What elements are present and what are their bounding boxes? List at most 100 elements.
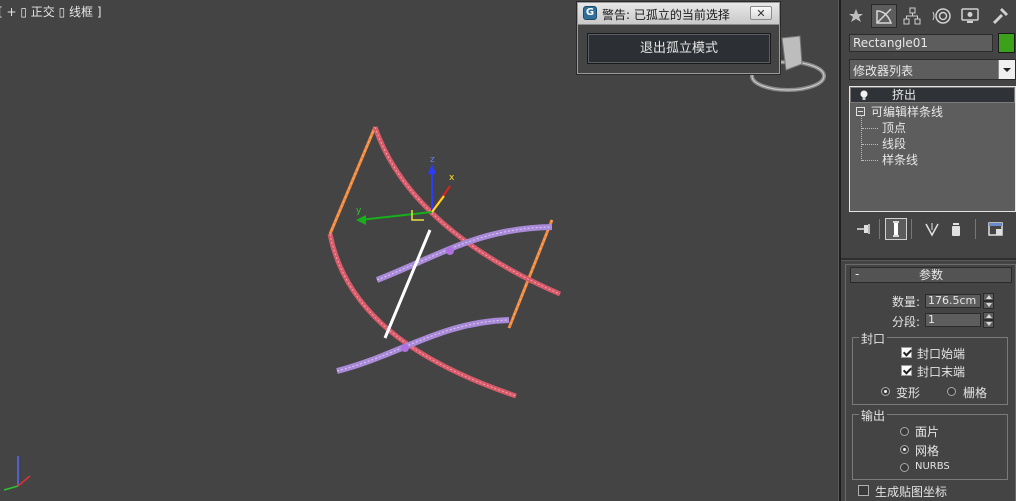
- toolbar-separator: [975, 219, 976, 239]
- output-patch-radio[interactable]: [900, 427, 909, 436]
- end-result-icon: [893, 221, 899, 237]
- toolbar-separator: [911, 219, 912, 239]
- make-unique-button[interactable]: [921, 218, 943, 240]
- intersection-lower: [401, 344, 409, 352]
- command-panel: Rectangle01 修改器列表 挤出 可编辑样条线 顶点 线段 样条线 - …: [841, 0, 1016, 501]
- world-axis-tripod: [3, 456, 31, 491]
- tree-connector: [862, 144, 878, 145]
- tree-connector: [862, 128, 878, 129]
- spinner-down-icon[interactable]: [983, 320, 994, 328]
- output-mesh-radio[interactable]: [900, 445, 909, 454]
- trash-icon: [952, 223, 960, 236]
- object-name-field[interactable]: Rectangle01: [849, 34, 993, 52]
- object-color-swatch[interactable]: [998, 33, 1015, 53]
- gen-map-coords-label: 生成贴图坐标: [875, 485, 948, 499]
- tree-connector: [861, 115, 862, 161]
- rollout-title: 参数: [918, 268, 943, 282]
- rect-edge-left: [328, 126, 377, 235]
- gizmo-y-axis: [359, 211, 433, 221]
- amount-field[interactable]: 176.5cm: [925, 294, 981, 308]
- remove-modifier-button[interactable]: [945, 218, 967, 240]
- dropdown-arrow-button[interactable]: [998, 60, 1015, 79]
- cap-end-label: 封口末端: [917, 365, 966, 379]
- capping-group-title: 封口: [859, 330, 888, 347]
- sub-object-vertex[interactable]: 顶点: [882, 120, 1002, 136]
- pin-stack-button[interactable]: [853, 218, 875, 240]
- cap-end-checkbox[interactable]: [901, 365, 912, 376]
- modify-icon: [876, 8, 893, 24]
- gen-map-coords-checkbox[interactable]: [858, 485, 869, 496]
- stack-item-label: 可编辑样条线: [871, 105, 944, 119]
- amount-label: 数量:: [892, 295, 921, 309]
- dialog-title: 警告: 已孤立的当前选择: [602, 8, 730, 22]
- tree-connector: [862, 160, 878, 161]
- motion-icon: [932, 8, 951, 24]
- morph-radio[interactable]: [881, 387, 890, 396]
- stack-item-editable-spline[interactable]: 可编辑样条线: [850, 104, 1015, 120]
- grid-label: 栅格: [963, 386, 988, 400]
- stack-item-extrude[interactable]: 挤出: [850, 87, 1015, 103]
- tab-hierarchy[interactable]: [899, 4, 925, 28]
- tab-utilities[interactable]: [987, 4, 1013, 28]
- morph-label: 变形: [896, 386, 921, 400]
- output-mesh-label: 网格: [915, 444, 940, 458]
- configure-modifier-sets-button[interactable]: [985, 218, 1007, 240]
- output-group-title: 输出: [859, 407, 888, 424]
- sub-object-segment[interactable]: 线段: [882, 136, 1002, 152]
- modifier-stack[interactable]: 挤出 可编辑样条线 顶点 线段 样条线: [849, 86, 1016, 212]
- sub-object-spline[interactable]: 样条线: [882, 152, 1002, 168]
- tab-modify[interactable]: [871, 4, 897, 28]
- purple-ribbon-upper: [375, 224, 553, 283]
- spinner-up-icon[interactable]: [983, 293, 994, 301]
- hierarchy-icon: [903, 7, 921, 25]
- purple-ribbon-lower: [336, 317, 510, 374]
- modifier-list-dropdown[interactable]: 修改器列表: [849, 59, 1016, 80]
- display-icon: [961, 8, 979, 23]
- segments-label: 分段:: [892, 315, 921, 329]
- rollout-header[interactable]: - 参数: [850, 267, 1012, 283]
- spinner-up-icon[interactable]: [983, 312, 994, 320]
- spinner-down-icon[interactable]: [983, 301, 994, 309]
- make-unique-icon: [925, 223, 939, 237]
- output-patch-label: 面片: [915, 425, 940, 439]
- output-nurbs-radio[interactable]: [900, 463, 909, 472]
- chevron-down-icon: [1003, 68, 1011, 72]
- toolbar-separator: [879, 219, 880, 239]
- parameters-rollout: - 参数 数量: 176.5cm 分段: 1 封口 封口始端 封口末端 变形 栅…: [845, 264, 1016, 501]
- cap-start-label: 封口始端: [917, 347, 966, 361]
- modifier-list-label: 修改器列表: [853, 64, 914, 78]
- modifier-stack-toolbar: [849, 216, 1016, 242]
- selected-line: [383, 229, 432, 339]
- gizmo-z-arrow: [428, 164, 436, 174]
- configure-icon: [988, 222, 1003, 236]
- command-panel-tabs: [841, 3, 1016, 29]
- app-icon: G: [583, 6, 597, 20]
- intersection-upper: [446, 247, 454, 255]
- amount-spinner[interactable]: [983, 293, 994, 309]
- gizmo-y-arrow: [356, 215, 366, 225]
- tab-motion[interactable]: [929, 4, 955, 28]
- pin-icon: [857, 224, 870, 234]
- show-end-result-button[interactable]: [885, 218, 907, 240]
- world-y-axis: [3, 485, 19, 491]
- isolation-warning-dialog: G 警告: 已孤立的当前选择 ✕ 退出孤立模式: [577, 2, 780, 74]
- lightbulb-icon[interactable]: [858, 89, 870, 101]
- tab-display[interactable]: [957, 4, 983, 28]
- gizmo-z-label: z: [430, 155, 435, 165]
- gizmo-y-label: y: [356, 206, 362, 216]
- scene-wireframe[interactable]: z y x: [0, 0, 838, 501]
- perspective-viewport[interactable]: [ + ▯ 正交 ▯ 线框 ] z y x: [0, 0, 838, 501]
- tab-create[interactable]: [843, 4, 869, 28]
- exit-isolation-button[interactable]: 退出孤立模式: [587, 33, 771, 64]
- grid-radio[interactable]: [947, 387, 956, 396]
- utilities-icon: [992, 8, 1008, 25]
- world-x-axis: [17, 475, 31, 487]
- close-button[interactable]: ✕: [750, 6, 772, 20]
- segments-spinner[interactable]: [983, 312, 994, 328]
- gizmo-x-label: x: [449, 173, 455, 183]
- dialog-titlebar[interactable]: G 警告: 已孤立的当前选择 ✕: [578, 3, 779, 25]
- segments-field[interactable]: 1: [925, 313, 981, 327]
- viewcube-face: [781, 35, 803, 71]
- cap-start-checkbox[interactable]: [901, 347, 912, 358]
- panel-separator: [841, 258, 1016, 261]
